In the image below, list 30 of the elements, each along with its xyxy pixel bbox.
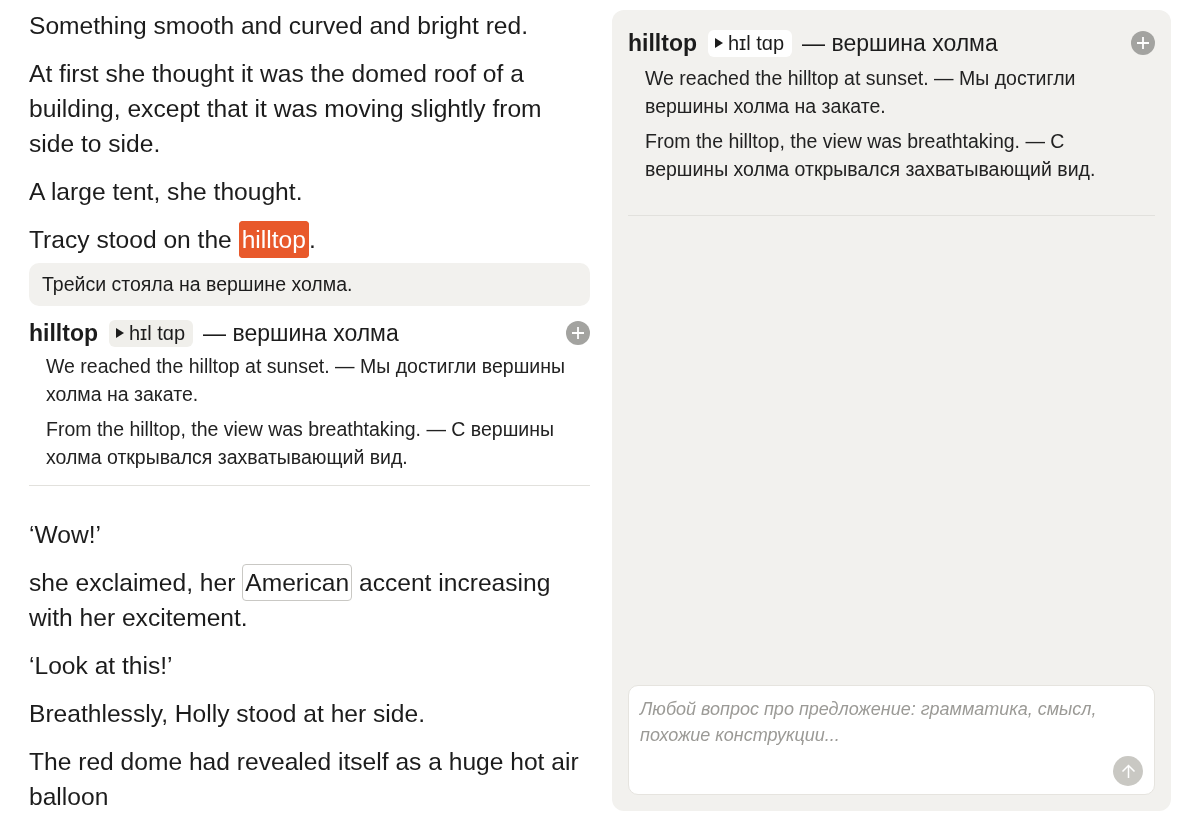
add-button[interactable]: [1131, 31, 1155, 55]
paragraph: At first she thought it was the domed roof of a building, except that it was moving slightly from side to side.: [29, 59, 543, 159]
pronunciation-button[interactable]: hɪl tɑp: [109, 319, 194, 347]
add-button[interactable]: [566, 321, 590, 345]
plus-icon: [572, 327, 584, 339]
sentence-translation: Трейси стояла на вершине холма.: [29, 263, 590, 306]
play-icon: [116, 328, 124, 338]
headword: hilltop: [628, 29, 697, 58]
paragraph: ‘Wow!’: [29, 520, 102, 550]
clickable-word[interactable]: hilltop: [238, 221, 309, 258]
plus-icon: [1137, 37, 1149, 49]
example-sentence: We reached the hilltop at sunset. — Мы достигли вершины холма на закате.: [645, 66, 1077, 119]
paragraph: she exclaimed, her American accent increasing with her excitement.: [29, 565, 590, 635]
question-input[interactable]: Любой вопрос про предложение: грамматика, смысл, похожие конструкции...: [628, 685, 1155, 795]
example-sentence: From the hilltop, the view was breathtaking. — С вершины холма открывался захватывающий вид.: [645, 129, 1097, 182]
headword: hilltop: [29, 319, 98, 348]
arrow-up-icon: [1120, 763, 1136, 779]
paragraph: The red dome had revealed itself as a huge hot air balloon: [29, 747, 580, 812]
word-translation: — вершина холма: [203, 319, 399, 348]
example-sentence: From the hilltop, the view was breathtaking. — С вершины холма открывался захватывающий вид.: [46, 417, 555, 470]
paragraph: Breathlessly, Holly stood at her side.: [29, 699, 426, 729]
word-translation: — вершина холма: [802, 29, 998, 58]
paragraph: Something smooth and curved and bright red.: [29, 11, 529, 41]
paragraph: Tracy stood on the hilltop.: [29, 222, 590, 257]
pronunciation-button[interactable]: hɪl tɑp: [708, 29, 793, 57]
clickable-word[interactable]: American: [242, 564, 353, 601]
paragraph: A large tent, she thought.: [29, 177, 304, 207]
play-icon: [715, 38, 723, 48]
example-sentence: We reached the hilltop at sunset. — Мы достигли вершины холма на закате.: [46, 354, 566, 407]
paragraph: ‘Look at this!’: [29, 651, 174, 681]
